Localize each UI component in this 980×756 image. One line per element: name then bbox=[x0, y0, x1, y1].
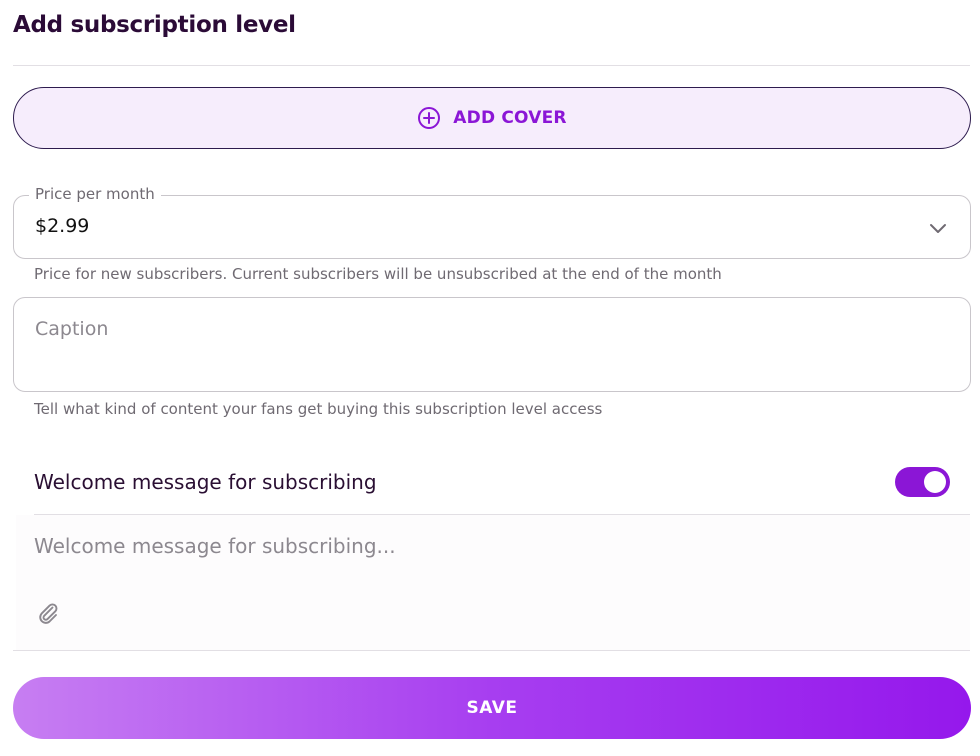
welcome-divider bbox=[34, 514, 970, 515]
welcome-message-label: Welcome message for subscribing bbox=[34, 470, 377, 494]
caption-field[interactable]: Caption bbox=[13, 297, 971, 392]
welcome-message-input[interactable]: Welcome message for subscribing... bbox=[34, 534, 396, 558]
chevron-down-icon bbox=[930, 224, 946, 233]
caption-helper-text: Tell what kind of content your fans get … bbox=[34, 400, 603, 418]
paperclip-icon[interactable] bbox=[36, 601, 60, 625]
price-helper-text: Price for new subscribers. Current subsc… bbox=[34, 265, 722, 283]
price-select[interactable]: Price per month $2.99 bbox=[13, 185, 971, 259]
page-title: Add subscription level bbox=[13, 12, 296, 38]
price-field-label: Price per month bbox=[29, 185, 161, 203]
add-cover-label: ADD COVER bbox=[453, 108, 567, 128]
save-button[interactable]: SAVE bbox=[13, 677, 971, 739]
header-divider bbox=[13, 65, 970, 66]
welcome-message-toggle[interactable] bbox=[895, 467, 950, 497]
footer-divider bbox=[13, 650, 970, 651]
caption-placeholder: Caption bbox=[35, 318, 109, 340]
add-cover-button[interactable]: ADD COVER bbox=[13, 87, 971, 149]
save-button-label: SAVE bbox=[466, 698, 518, 718]
toggle-knob bbox=[924, 471, 946, 493]
plus-circle-icon bbox=[418, 107, 441, 129]
price-value: $2.99 bbox=[35, 215, 90, 237]
